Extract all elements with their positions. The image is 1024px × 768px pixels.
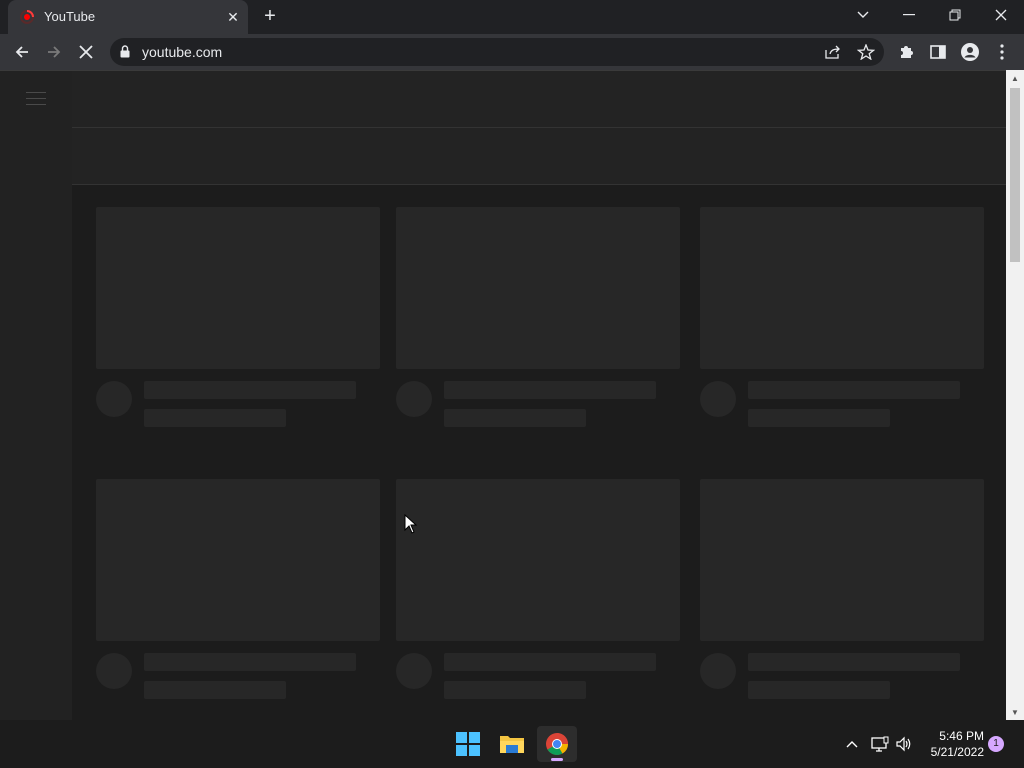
avatar-placeholder xyxy=(396,381,432,417)
restore-icon[interactable] xyxy=(933,0,977,30)
share-icon[interactable] xyxy=(824,44,842,60)
tab-close-icon[interactable]: ✕ xyxy=(223,7,243,27)
meta-line-placeholder xyxy=(748,681,890,699)
meta-line-placeholder xyxy=(144,681,286,699)
title-line-placeholder xyxy=(144,381,356,399)
thumbnail-placeholder xyxy=(700,479,984,641)
youtube-page xyxy=(0,70,1006,721)
chrome-taskbar-icon[interactable] xyxy=(537,726,577,762)
meta-line-placeholder xyxy=(444,681,586,699)
masthead-placeholder xyxy=(72,71,1006,128)
extensions-puzzle-icon[interactable] xyxy=(896,42,916,62)
windows-taskbar: 5:46 PM 5/21/2022 1 xyxy=(0,720,1024,768)
address-bar-url: youtube.com xyxy=(142,44,223,60)
scroll-down-icon[interactable]: ▼ xyxy=(1006,704,1024,720)
tab-youtube[interactable]: YouTube ✕ xyxy=(8,0,248,34)
avatar-placeholder xyxy=(96,381,132,417)
avatar-placeholder xyxy=(96,653,132,689)
profile-avatar-icon[interactable] xyxy=(960,42,980,62)
start-icon[interactable] xyxy=(448,726,488,762)
browser-toolbar: youtube.com xyxy=(0,34,1024,70)
avatar-placeholder xyxy=(396,653,432,689)
youtube-loading-icon xyxy=(20,10,34,24)
menu-hamburger-icon[interactable] xyxy=(26,92,46,106)
address-bar[interactable]: youtube.com xyxy=(110,38,884,66)
thumbnail-placeholder xyxy=(700,207,984,369)
minimize-icon[interactable] xyxy=(887,0,931,30)
scroll-up-icon[interactable]: ▲ xyxy=(1006,70,1024,86)
mouse-pointer-icon xyxy=(404,514,418,534)
thumbnail-placeholder xyxy=(96,479,380,641)
notification-badge[interactable]: 1 xyxy=(988,736,1004,752)
scroll-thumb[interactable] xyxy=(1010,88,1020,262)
side-panel-icon[interactable] xyxy=(928,42,948,62)
back-icon[interactable] xyxy=(8,38,36,66)
thumbnail-placeholder xyxy=(96,207,380,369)
close-window-icon[interactable] xyxy=(979,0,1023,30)
file-explorer-icon[interactable] xyxy=(492,726,532,762)
browser-tab-strip: YouTube ✕ + xyxy=(0,0,1024,34)
network-icon[interactable] xyxy=(870,734,890,754)
clock-time: 5:46 PM xyxy=(939,729,984,743)
system-clock[interactable]: 5:46 PM 5/21/2022 xyxy=(920,728,984,760)
stop-loading-icon[interactable] xyxy=(72,38,100,66)
forward-icon[interactable] xyxy=(40,38,68,66)
meta-line-placeholder xyxy=(748,409,890,427)
title-line-placeholder xyxy=(748,381,960,399)
tab-search-icon[interactable] xyxy=(841,0,885,30)
meta-line-placeholder xyxy=(144,409,286,427)
show-hidden-icons-chevron-icon[interactable] xyxy=(842,734,862,754)
video-grid-skeleton xyxy=(72,185,1006,721)
more-menu-icon[interactable] xyxy=(992,42,1012,62)
title-line-placeholder xyxy=(444,653,656,671)
thumbnail-placeholder xyxy=(396,207,680,369)
desktop-screen: YouTube ✕ + youtube.com ▲ ▼ 5:46 PM 5/21… xyxy=(0,0,1024,768)
chip-bar-placeholder xyxy=(72,128,1006,185)
volume-icon[interactable] xyxy=(894,734,914,754)
title-line-placeholder xyxy=(748,653,960,671)
avatar-placeholder xyxy=(700,381,736,417)
meta-line-placeholder xyxy=(444,409,586,427)
tab-title: YouTube xyxy=(44,9,96,24)
page-scrollbar[interactable]: ▲ ▼ xyxy=(1006,70,1024,720)
active-app-indicator xyxy=(551,758,563,761)
new-tab-button[interactable]: + xyxy=(258,5,282,29)
lock-icon xyxy=(120,45,130,58)
thumbnail-placeholder xyxy=(396,479,680,641)
avatar-placeholder xyxy=(700,653,736,689)
title-line-placeholder xyxy=(444,381,656,399)
clock-date: 5/21/2022 xyxy=(930,745,984,759)
guide-sidebar xyxy=(0,71,72,721)
title-line-placeholder xyxy=(144,653,356,671)
bookmark-star-icon[interactable] xyxy=(857,44,875,60)
